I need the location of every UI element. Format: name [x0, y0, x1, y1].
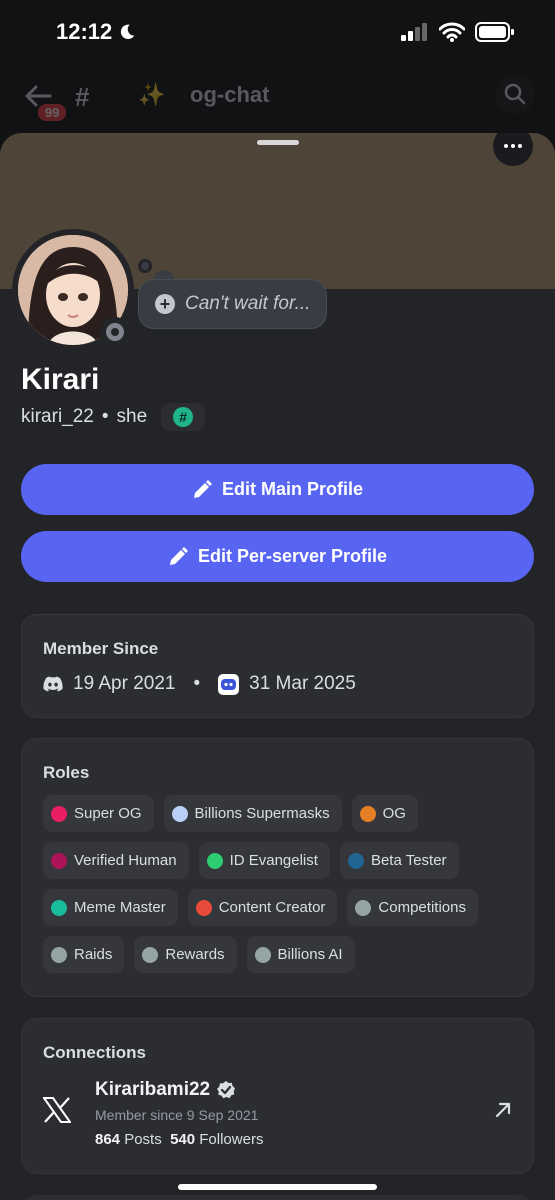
thought-bubble-dot-small — [138, 259, 152, 273]
connection-account-name: Kiraribami22 — [95, 1079, 211, 1100]
role-chip[interactable]: Competitions — [347, 889, 478, 926]
channel-name[interactable]: og-chat — [190, 82, 269, 108]
role-color-dot — [142, 946, 159, 963]
role-label: Raids — [74, 946, 113, 963]
home-indicator[interactable] — [178, 1184, 377, 1190]
discord-logo-icon — [43, 676, 63, 692]
next-card-peek — [21, 1195, 534, 1200]
connection-stats: 864 Posts 540 Followers — [95, 1131, 263, 1148]
username: kirari_22 — [21, 406, 94, 427]
cellular-signal-icon — [401, 23, 427, 41]
x-logo-icon — [43, 1097, 71, 1123]
role-label: Meme Master — [74, 899, 166, 916]
roles-title: Roles — [43, 763, 90, 782]
role-label: Content Creator — [218, 899, 326, 916]
role-chip[interactable]: Billions Supermasks — [163, 795, 342, 832]
sheet-grabber[interactable] — [257, 140, 299, 145]
role-chip[interactable]: Content Creator — [187, 889, 338, 926]
role-label: Competitions — [378, 899, 466, 916]
custom-status-bubble[interactable]: + Can't wait for... — [138, 279, 328, 329]
display-name: Kirari — [21, 363, 100, 396]
role-color-dot — [51, 899, 67, 916]
role-chip[interactable]: Verified Human — [43, 842, 189, 879]
role-chip[interactable]: Billions AI — [246, 936, 355, 973]
pronouns: she — [116, 406, 148, 427]
custom-status-placeholder: Can't wait for... — [185, 293, 311, 314]
role-color-dot — [355, 899, 372, 916]
role-color-dot — [359, 805, 376, 822]
separator: • — [101, 406, 109, 427]
role-label: Billions Supermasks — [194, 805, 330, 822]
channel-hash-icon: # — [75, 82, 90, 112]
connections-card: Connections Kiraribami22 Member since 9 … — [21, 1018, 534, 1174]
role-label: Rewards — [165, 946, 225, 963]
role-chip[interactable]: Raids — [43, 936, 125, 973]
posts-label: Posts — [124, 1131, 162, 1148]
hashtag-icon: # — [173, 407, 194, 427]
role-label: OG — [382, 805, 406, 822]
channel-header: 99 # ✨ og-chat — [0, 70, 555, 123]
moon-icon — [121, 24, 135, 40]
role-color-dot — [195, 899, 212, 916]
battery-icon — [475, 22, 514, 42]
connections-title: Connections — [43, 1043, 146, 1062]
edit-main-profile-label: Edit Main Profile — [221, 479, 363, 499]
presence-status-icon — [100, 317, 130, 347]
connection-row[interactable]: Kiraribami22 Member since 9 Sep 2021 864… — [43, 1079, 512, 1157]
edit-main-profile-button[interactable]: Edit Main Profile — [21, 464, 534, 515]
role-chip[interactable]: Meme Master — [43, 889, 178, 926]
pencil-icon — [169, 546, 188, 565]
status-bar: 12:12 — [0, 0, 555, 64]
role-label: Beta Tester — [370, 852, 447, 869]
followers-count: 540 — [170, 1131, 196, 1148]
wifi-icon — [439, 22, 465, 42]
discord-join-date: 19 Apr 2021 — [73, 673, 176, 694]
status-time: 12:12 — [56, 19, 113, 44]
role-label: Verified Human — [74, 852, 177, 869]
role-color-dot — [347, 852, 364, 869]
role-chip[interactable]: ID Evangelist — [198, 842, 330, 879]
separator: • — [193, 673, 201, 694]
role-label: Super OG — [74, 805, 142, 822]
edit-server-profile-button[interactable]: Edit Per-server Profile — [21, 531, 534, 582]
followers-label: Followers — [199, 1131, 264, 1148]
profile-subtitle: kirari_22 • she # — [21, 403, 206, 431]
verified-icon — [217, 1081, 236, 1099]
pencil-icon — [193, 479, 212, 498]
role-chip[interactable]: Super OG — [43, 795, 154, 832]
role-color-dot — [51, 805, 67, 822]
role-chip[interactable]: Beta Tester — [339, 842, 459, 879]
search-button[interactable] — [495, 74, 535, 114]
search-icon — [504, 83, 526, 105]
sparkle-icon: ✨ — [138, 82, 166, 107]
member-since-card: Member Since 19 Apr 2021 • 31 Mar 2025 — [21, 614, 534, 718]
role-chip[interactable]: OG — [351, 795, 418, 832]
posts-count: 864 — [95, 1131, 121, 1148]
server-icon — [218, 673, 240, 695]
role-color-dot — [51, 852, 67, 869]
profile-sheet: + Can't wait for... Kirari kirari_22 • s… — [0, 133, 555, 1200]
connection-member-since: Member since 9 Sep 2021 — [95, 1107, 259, 1123]
role-label: Billions AI — [277, 946, 343, 963]
role-chip[interactable]: Rewards — [134, 936, 237, 973]
edit-server-profile-label: Edit Per-server Profile — [197, 546, 388, 566]
roles-card: Roles Super OG Billions Supermasks OG Ve… — [21, 738, 534, 997]
unread-badge: 99 — [36, 102, 69, 123]
role-color-dot — [206, 852, 223, 869]
role-label: ID Evangelist — [229, 852, 318, 869]
more-dots-icon — [504, 144, 508, 148]
server-tag-chip[interactable]: # — [161, 403, 206, 431]
member-since-title: Member Since — [43, 639, 159, 658]
server-join-date: 31 Mar 2025 — [249, 673, 356, 694]
plus-icon: + — [155, 294, 175, 314]
external-link-icon[interactable] — [494, 1101, 512, 1119]
role-color-dot — [254, 946, 271, 963]
roles-list: Super OG Billions Supermasks OG Verified… — [43, 795, 512, 973]
role-color-dot — [51, 946, 67, 963]
role-color-dot — [171, 805, 188, 822]
